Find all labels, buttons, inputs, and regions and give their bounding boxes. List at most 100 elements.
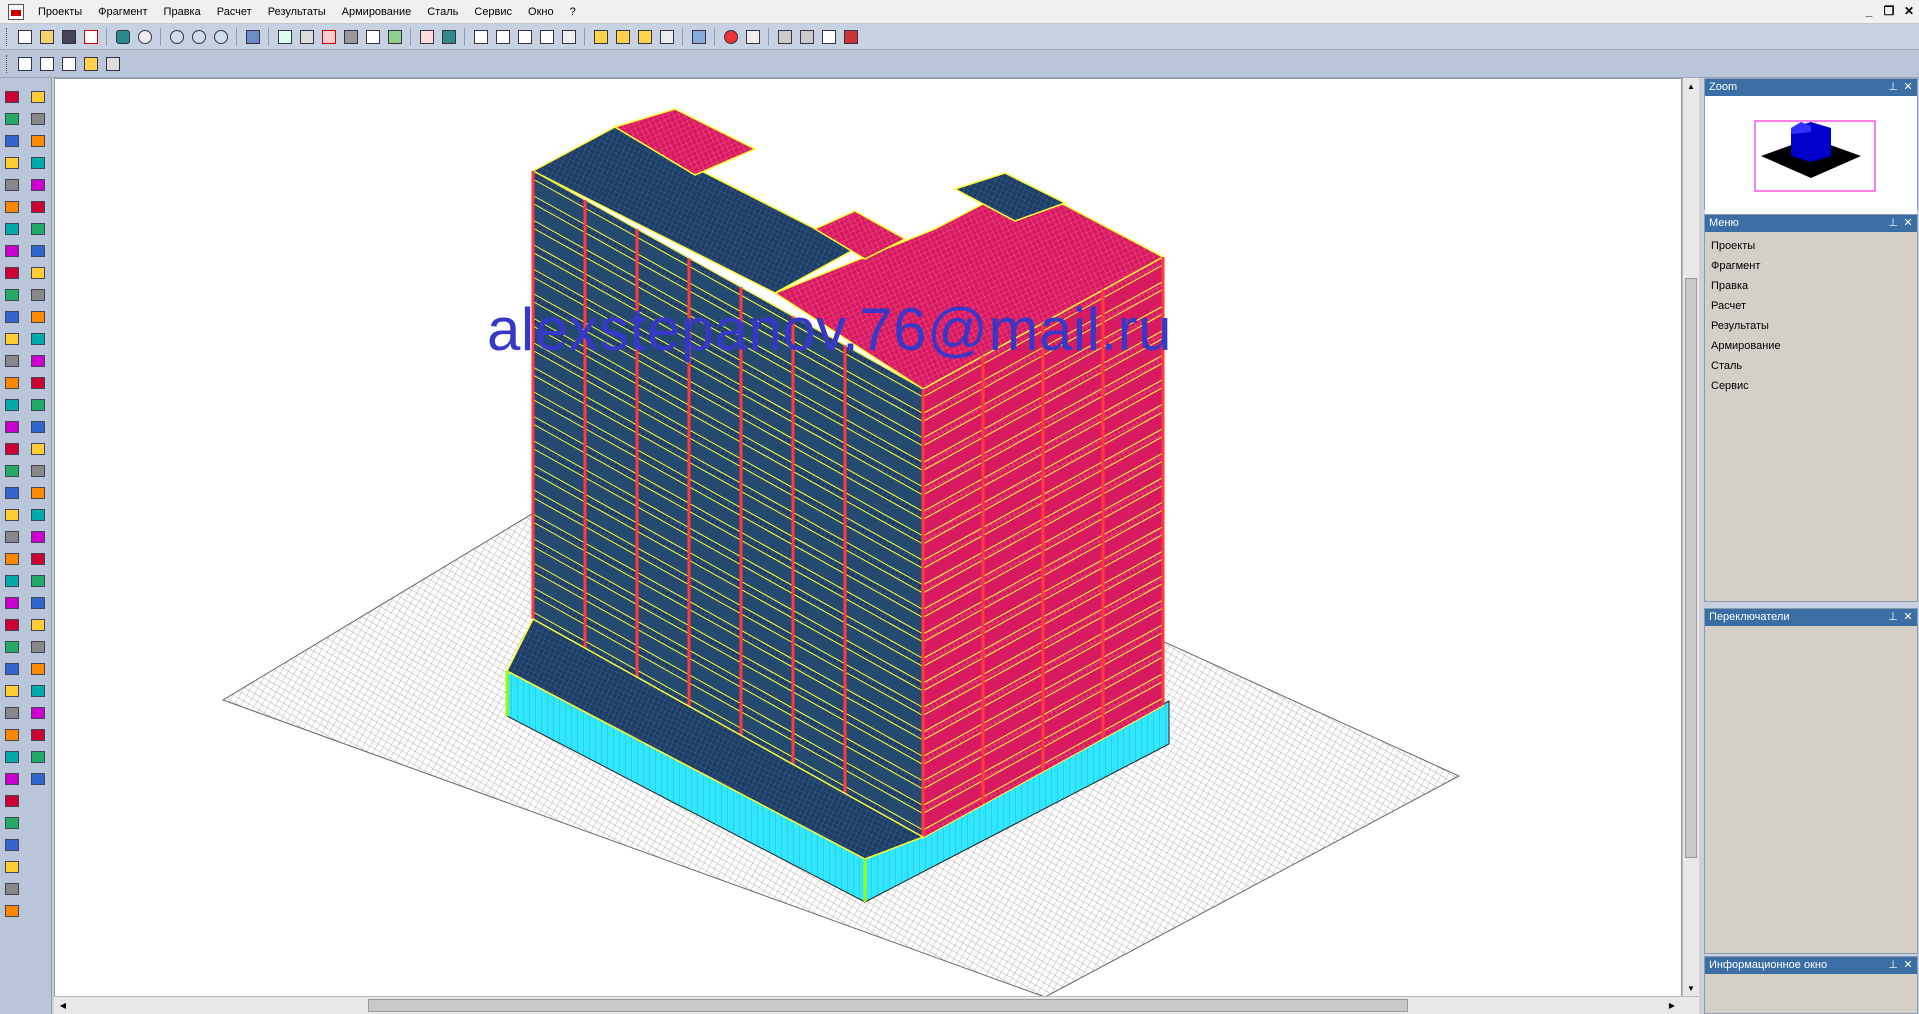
left-tool-button[interactable] [2,240,22,262]
left-tool-button[interactable] [28,592,48,614]
close-icon[interactable]: ✕ [1902,957,1914,974]
left-tool-button[interactable] [28,702,48,724]
left-tool-button[interactable] [2,306,22,328]
tool-e-button[interactable] [102,53,123,74]
left-tool-button[interactable] [2,130,22,152]
left-tool-button[interactable] [28,174,48,196]
restore-view-button[interactable] [296,26,317,47]
menu-edit[interactable]: Правка [156,4,209,20]
scroll-up-icon[interactable]: ▲ [1685,80,1697,94]
menu-panel-item-edit[interactable]: Правка [1709,276,1913,296]
menu-projects[interactable]: Проекты [30,4,90,20]
menu-steel[interactable]: Сталь [419,4,466,20]
tool-b-button[interactable] [36,53,57,74]
scroll-right-icon[interactable]: ▶ [1665,999,1679,1012]
left-tool-button[interactable] [28,86,48,108]
model-viewport[interactable]: alexstepanov.76@mail.ru [54,78,1682,998]
horizontal-scroll-thumb[interactable] [368,999,1408,1012]
left-tool-button[interactable] [2,108,22,130]
left-tool-button[interactable] [28,614,48,636]
nodes-button[interactable] [416,26,437,47]
flag-2-button[interactable] [612,26,633,47]
menu-panel-item-service[interactable]: Сервис [1709,376,1913,396]
tool-c-button[interactable] [58,53,79,74]
pin-icon[interactable]: ⊥ [1887,609,1899,626]
left-tool-button[interactable] [28,152,48,174]
left-tool-button[interactable] [2,218,22,240]
zoom-out-button[interactable] [210,26,231,47]
left-tool-button[interactable] [28,460,48,482]
menu-fragment[interactable]: Фрагмент [90,4,155,20]
project-button[interactable] [384,26,405,47]
toolbar-grip[interactable] [6,27,9,46]
left-tool-button[interactable] [2,372,22,394]
close-icon[interactable]: ✕ [1902,79,1914,96]
layout-2-button[interactable] [492,26,513,47]
left-tool-button[interactable] [2,614,22,636]
menu-calculation[interactable]: Расчет [209,4,260,20]
left-tool-button[interactable] [28,350,48,372]
menu-reinforcement[interactable]: Армирование [334,4,420,20]
left-tool-button[interactable] [2,834,22,856]
left-tool-button[interactable] [28,416,48,438]
light-button[interactable] [134,26,155,47]
menu-panel-item-calculation[interactable]: Расчет [1709,296,1913,316]
left-tool-button[interactable] [28,394,48,416]
left-tool-button[interactable] [28,768,48,790]
menu-panel-item-steel[interactable]: Сталь [1709,356,1913,376]
left-tool-button[interactable] [2,570,22,592]
lambda-button[interactable] [818,26,839,47]
left-tool-button[interactable] [2,284,22,306]
toolbar-grip[interactable] [6,54,9,73]
scroll-left-icon[interactable]: ◀ [56,999,70,1012]
pin-icon[interactable]: ⊥ [1887,215,1899,232]
left-tool-button[interactable] [2,856,22,878]
link-button[interactable] [656,26,677,47]
left-tool-button[interactable] [28,262,48,284]
left-tool-button[interactable] [28,328,48,350]
undo-button[interactable] [774,26,795,47]
move-button[interactable] [688,26,709,47]
left-tool-button[interactable] [2,482,22,504]
horizontal-scrollbar[interactable]: ◀ ▶ [54,996,1699,1014]
left-tool-button[interactable] [2,592,22,614]
menu-service[interactable]: Сервис [466,4,520,20]
left-tool-button[interactable] [2,328,22,350]
grid-button[interactable] [340,26,361,47]
rotate-button[interactable] [242,26,263,47]
left-tool-button[interactable] [2,438,22,460]
new-file-button[interactable] [14,26,35,47]
box-button[interactable] [840,26,861,47]
zoom-button[interactable] [166,26,187,47]
left-tool-button[interactable] [28,482,48,504]
left-tool-button[interactable] [2,504,22,526]
axes-button[interactable] [362,26,383,47]
save-button[interactable] [58,26,79,47]
left-tool-button[interactable] [28,218,48,240]
scroll-down-icon[interactable]: ▼ [1685,982,1697,996]
left-tool-button[interactable] [2,790,22,812]
left-tool-button[interactable] [28,438,48,460]
left-tool-button[interactable] [28,284,48,306]
close-icon[interactable]: ✕ [1902,609,1914,626]
close-button[interactable]: ✕ [1903,4,1915,18]
left-tool-button[interactable] [2,394,22,416]
restore-button[interactable]: ❐ [1883,4,1895,18]
left-tool-button[interactable] [2,746,22,768]
menu-results[interactable]: Результаты [260,4,334,20]
left-tool-button[interactable] [2,416,22,438]
zoom-in-button[interactable] [188,26,209,47]
left-tool-button[interactable] [2,548,22,570]
pin-icon[interactable]: ⊥ [1887,79,1899,96]
left-tool-button[interactable] [2,724,22,746]
left-tool-button[interactable] [28,504,48,526]
h-button[interactable] [634,26,655,47]
left-tool-button[interactable] [2,152,22,174]
left-tool-button[interactable] [2,174,22,196]
left-tool-button[interactable] [2,262,22,284]
left-tool-button[interactable] [2,680,22,702]
menu-help[interactable]: ? [562,4,584,20]
menu-panel-item-fragment[interactable]: Фрагмент [1709,256,1913,276]
left-tool-button[interactable] [2,526,22,548]
left-tool-button[interactable] [2,460,22,482]
